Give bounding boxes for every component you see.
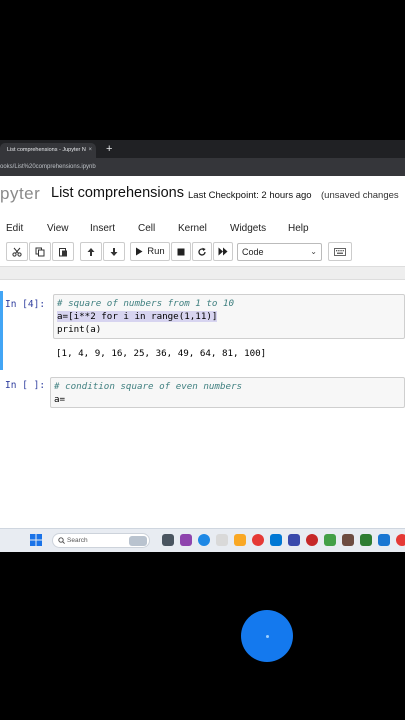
- edge-icon[interactable]: [198, 534, 210, 546]
- notebook-separator: [0, 266, 405, 280]
- app-icon[interactable]: [216, 534, 228, 546]
- widgets-app-icon[interactable]: [180, 534, 192, 546]
- paste-icon: [59, 247, 67, 256]
- browser-tab-title: List comprehensions - Jupyter N: [7, 147, 86, 153]
- chrome-icon[interactable]: [252, 534, 264, 546]
- app-icon[interactable]: [360, 534, 372, 546]
- code-line[interactable]: a=[i**2 for i in range(1,11)]: [57, 311, 218, 322]
- unsaved-status: (unsaved changes: [321, 190, 399, 201]
- move-down-button[interactable]: [103, 242, 125, 261]
- new-tab-button[interactable]: +: [106, 142, 112, 156]
- vscode-icon[interactable]: [378, 534, 390, 546]
- taskbar: Search: [0, 528, 405, 552]
- close-tab-icon[interactable]: ×: [88, 143, 92, 158]
- play-icon: [136, 247, 143, 256]
- code-line[interactable]: print(a): [57, 324, 101, 335]
- search-highlight-icon: [129, 536, 147, 546]
- cell-prompt: In [ ]:: [5, 380, 46, 391]
- jupyter-logo[interactable]: pyter: [0, 184, 40, 204]
- app-icon[interactable]: [306, 534, 318, 546]
- code-line[interactable]: a=: [54, 394, 65, 405]
- checkpoint-status: Last Checkpoint: 2 hours ago: [188, 190, 312, 201]
- app-icon[interactable]: [288, 534, 300, 546]
- arrow-up-icon: [87, 247, 95, 256]
- app-icon[interactable]: [270, 534, 282, 546]
- notebook-container: In [4]: # square of numbers from 1 to 10…: [0, 288, 405, 438]
- copy-button[interactable]: [29, 242, 51, 261]
- code-line[interactable]: # condition square of even numbers: [54, 381, 242, 392]
- menu-view[interactable]: View: [47, 223, 69, 234]
- menu-bar: Edit View Insert Cell Kernel Widgets Hel…: [0, 218, 405, 240]
- screen: List comprehensions - Jupyter N × + ooks…: [0, 140, 405, 552]
- app-icon[interactable]: [342, 534, 354, 546]
- code-editor[interactable]: # square of numbers from 1 to 10 a=[i**2…: [53, 294, 405, 339]
- menu-kernel[interactable]: Kernel: [178, 223, 207, 234]
- code-cell[interactable]: In [ ]: # condition square of even numbe…: [0, 372, 405, 412]
- code-editor[interactable]: # condition square of even numbers a=: [50, 377, 405, 408]
- copy-icon: [35, 247, 45, 256]
- stop-icon: [177, 248, 185, 255]
- touch-indicator-center: [265, 634, 269, 638]
- taskbar-search[interactable]: Search: [52, 533, 150, 548]
- restart-run-all-button[interactable]: [213, 242, 233, 261]
- restart-button[interactable]: [192, 242, 212, 261]
- code-line[interactable]: # square of numbers from 1 to 10: [57, 298, 234, 309]
- cell-prompt: In [4]:: [5, 299, 46, 310]
- run-button[interactable]: Run: [130, 242, 170, 261]
- cell-output: [1, 4, 9, 16, 25, 36, 49, 64, 81, 100]: [56, 348, 267, 359]
- menu-widgets[interactable]: Widgets: [230, 223, 266, 234]
- browser-tab-bar: List comprehensions - Jupyter N × +: [0, 140, 405, 158]
- cell-type-value: Code: [242, 247, 264, 257]
- command-palette-button[interactable]: [328, 242, 352, 261]
- cut-button[interactable]: [6, 242, 28, 261]
- menu-help[interactable]: Help: [288, 223, 309, 234]
- address-bar[interactable]: ooks/List%20comprehensions.ipynb: [0, 158, 405, 176]
- menu-insert[interactable]: Insert: [90, 223, 115, 234]
- chevron-down-icon: ⌄: [310, 247, 317, 256]
- menu-cell[interactable]: Cell: [138, 223, 155, 234]
- search-icon: [58, 537, 65, 544]
- touch-indicator: [241, 610, 293, 662]
- task-view-icon[interactable]: [162, 534, 174, 546]
- browser-tab[interactable]: List comprehensions - Jupyter N ×: [0, 143, 96, 158]
- run-label: Run: [147, 246, 165, 257]
- keyboard-icon: [334, 247, 346, 256]
- chrome-icon[interactable]: [396, 534, 405, 546]
- paste-button[interactable]: [52, 242, 74, 261]
- app-icon[interactable]: [324, 534, 336, 546]
- code-cell-selected[interactable]: In [4]: # square of numbers from 1 to 10…: [0, 291, 405, 370]
- scissors-icon: [12, 247, 22, 257]
- restart-icon: [198, 247, 206, 256]
- windows-start-icon[interactable]: [30, 534, 42, 546]
- menu-edit[interactable]: Edit: [6, 223, 23, 234]
- move-up-button[interactable]: [80, 242, 102, 261]
- url-text[interactable]: ooks/List%20comprehensions.ipynb: [0, 162, 96, 173]
- file-explorer-icon[interactable]: [234, 534, 246, 546]
- notebook-title[interactable]: List comprehensions: [51, 185, 184, 201]
- fast-forward-icon: [218, 247, 228, 256]
- cell-type-select[interactable]: Code ⌄: [237, 243, 322, 261]
- search-placeholder: Search: [67, 537, 88, 544]
- jupyter-header: pyter List comprehensions Last Checkpoin…: [0, 176, 405, 210]
- arrow-down-icon: [110, 247, 118, 256]
- interrupt-button[interactable]: [171, 242, 191, 261]
